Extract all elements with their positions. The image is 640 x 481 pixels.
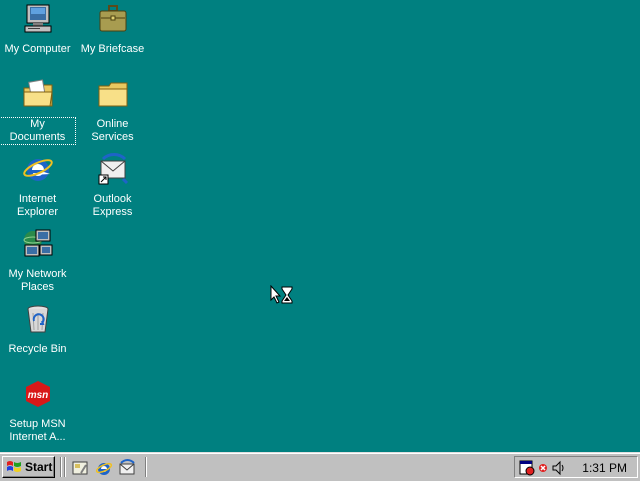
- setup-msn-label: Setup MSN Internet A...: [9, 418, 66, 443]
- busy-cursor-icon: [270, 285, 293, 304]
- system-tray: 1:31 PM: [514, 456, 638, 478]
- volume-icon[interactable]: [551, 460, 567, 476]
- my-documents-folder-icon: [23, 79, 53, 107]
- taskbar-separator: [60, 457, 62, 477]
- my-network-places-label: My Network Places: [8, 268, 67, 293]
- windows-logo-icon: [7, 461, 21, 472]
- desktop[interactable]: My Computer My Briefcase My Documents On…: [0, 0, 640, 452]
- my-documents-shortcut[interactable]: My Documents: [0, 78, 76, 145]
- msn-logo-text: msn: [27, 390, 48, 401]
- internet-explorer-quicklaunch-icon[interactable]: [95, 459, 113, 477]
- my-documents-label: My Documents: [0, 117, 76, 145]
- start-button[interactable]: Start: [2, 456, 55, 478]
- taskbar-separator: [145, 457, 147, 477]
- folder-icon: [98, 82, 127, 107]
- my-computer-label: My Computer: [4, 43, 71, 55]
- my-computer-icon: [24, 4, 51, 33]
- scheduler-icon[interactable]: [519, 460, 535, 476]
- clock[interactable]: 1:31 PM: [582, 461, 627, 475]
- internet-explorer-label: Internet Explorer: [17, 193, 58, 218]
- online-services-label: Online Services: [91, 118, 134, 143]
- online-services-shortcut[interactable]: Online Services: [75, 78, 150, 144]
- setup-msn-shortcut[interactable]: msn Setup MSN Internet A...: [0, 378, 75, 444]
- quick-launch-grip[interactable]: [64, 457, 66, 477]
- start-label: Start: [25, 460, 53, 474]
- outlook-express-label: Outlook Express: [92, 193, 133, 218]
- recycle-bin-icon: [27, 305, 48, 333]
- my-briefcase-shortcut[interactable]: My Briefcase: [75, 3, 150, 56]
- my-computer-shortcut[interactable]: My Computer: [0, 3, 75, 56]
- show-desktop-icon[interactable]: [71, 459, 89, 477]
- my-briefcase-label: My Briefcase: [80, 43, 145, 55]
- internet-explorer-shortcut[interactable]: Internet Explorer: [0, 153, 75, 219]
- recycle-bin-shortcut[interactable]: Recycle Bin: [0, 303, 75, 356]
- outlook-express-shortcut[interactable]: Outlook Express: [75, 153, 150, 219]
- recycle-bin-label: Recycle Bin: [8, 343, 67, 355]
- msn-icon: msn: [25, 381, 50, 407]
- outlook-express-quicklaunch-icon[interactable]: [118, 459, 136, 477]
- internet-explorer-icon: [22, 159, 53, 181]
- outlook-express-icon: [98, 153, 128, 185]
- network-places-icon: [23, 229, 52, 257]
- briefcase-icon: [99, 5, 126, 32]
- network-status-icon[interactable]: [535, 460, 551, 476]
- taskbar: Start 1:31 PM: [0, 452, 640, 481]
- my-network-places-shortcut[interactable]: My Network Places: [0, 228, 75, 294]
